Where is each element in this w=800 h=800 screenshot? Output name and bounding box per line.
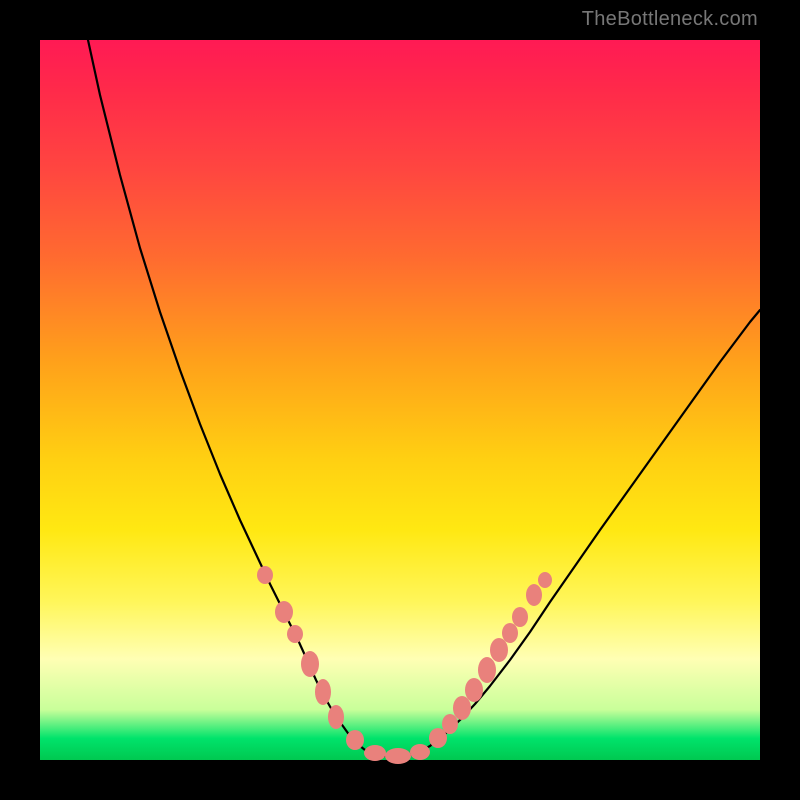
marker-dot — [301, 651, 319, 677]
marker-dot — [257, 566, 273, 584]
marker-dot — [410, 744, 430, 760]
marker-dot — [502, 623, 518, 643]
marker-dot — [490, 638, 508, 662]
curve-group — [88, 40, 760, 756]
marker-dot — [465, 678, 483, 702]
chart-overlay — [40, 40, 760, 760]
marker-group — [257, 566, 552, 764]
marker-dot — [328, 705, 344, 729]
marker-dot — [275, 601, 293, 623]
marker-dot — [315, 679, 331, 705]
marker-dot — [478, 657, 496, 683]
marker-dot — [287, 625, 303, 643]
marker-dot — [512, 607, 528, 627]
marker-dot — [385, 748, 411, 764]
v-curve — [88, 40, 760, 756]
marker-dot — [526, 584, 542, 606]
marker-dot — [453, 696, 471, 720]
watermark-text: TheBottleneck.com — [582, 8, 758, 31]
marker-dot — [364, 745, 386, 761]
marker-dot — [346, 730, 364, 750]
marker-dot — [538, 572, 552, 588]
marker-dot — [442, 714, 458, 734]
chart-frame: TheBottleneck.com — [0, 0, 800, 800]
plot-area — [40, 40, 760, 760]
